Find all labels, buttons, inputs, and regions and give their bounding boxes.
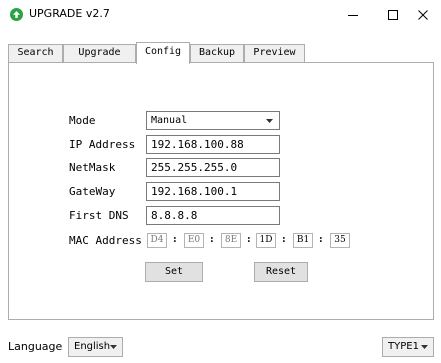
mac-octet-2[interactable]: E0 (184, 233, 204, 248)
mac-address-label: MAC Address (69, 234, 142, 247)
config-form: Mode Manual IP Address 192.168.100.88 Ne… (0, 0, 441, 363)
reset-button[interactable]: Reset (254, 262, 308, 282)
ip-address-input[interactable]: 192.168.100.88 (146, 135, 280, 154)
mode-value: Manual (151, 115, 188, 126)
netmask-label: NetMask (69, 161, 116, 174)
mode-select[interactable]: Manual (146, 111, 280, 130)
gateway-input[interactable]: 192.168.100.1 (146, 182, 280, 201)
gateway-label: GateWay (69, 185, 116, 198)
chevron-down-icon (266, 119, 273, 123)
first-dns-input[interactable]: 8.8.8.8 (146, 206, 280, 225)
netmask-input[interactable]: 255.255.255.0 (146, 158, 280, 177)
upgrade-window: UPGRADE v2.7 Search Upgrade Config Backu… (0, 0, 441, 363)
first-dns-label: First DNS (69, 209, 129, 222)
mac-octet-1[interactable]: D4 (147, 233, 167, 248)
mode-label: Mode (69, 114, 96, 127)
mac-separator: : (319, 234, 323, 245)
mac-separator: : (282, 234, 286, 245)
mac-separator: : (247, 234, 251, 245)
mac-octet-4[interactable]: 1D (256, 233, 276, 248)
mac-octet-3[interactable]: 8E (221, 233, 241, 248)
mac-octet-6[interactable]: 35 (330, 233, 350, 248)
mac-separator: : (173, 234, 177, 245)
mac-octet-5[interactable]: B1 (293, 233, 313, 248)
set-button[interactable]: Set (145, 262, 203, 282)
mac-separator: : (210, 234, 214, 245)
ip-address-label: IP Address (69, 138, 136, 151)
